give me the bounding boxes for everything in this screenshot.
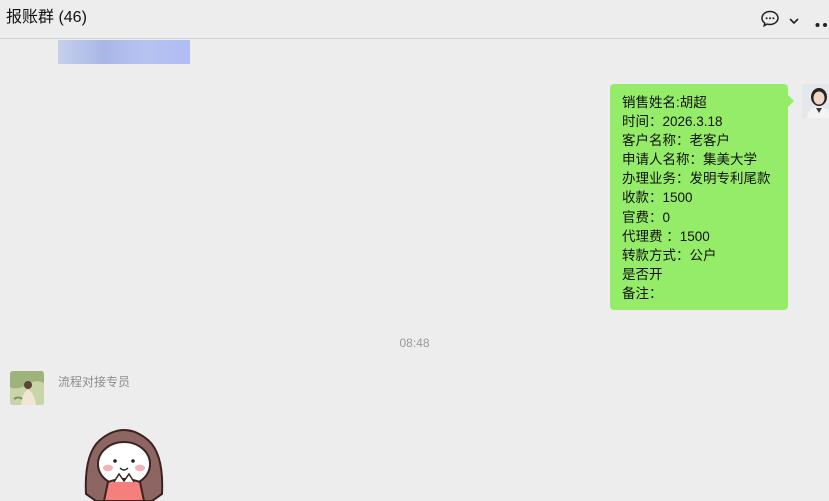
chat-title: 报账群 (46)	[6, 9, 87, 26]
message-timestamp: 08:48	[399, 336, 430, 350]
sticker-message[interactable]	[82, 424, 166, 501]
previous-image-message[interactable]	[58, 40, 190, 64]
message-line: 是否开	[622, 266, 663, 282]
chat-bubble-icon[interactable]	[760, 9, 780, 34]
my-avatar[interactable]	[802, 84, 829, 118]
message-line: 收款：1500	[622, 190, 693, 206]
message-line: 申请人名称：集美大学	[622, 152, 757, 168]
message-line: 代理费 ：1500	[622, 228, 710, 244]
message-line: 客户名称：老客户	[622, 133, 730, 149]
message-line: 转款方式：公户	[622, 247, 717, 263]
message-line: 销售姓名:胡超	[622, 95, 707, 110]
chevron-down-icon[interactable]	[788, 13, 800, 31]
sender-avatar[interactable]	[10, 371, 44, 405]
more-icon[interactable]	[815, 15, 829, 33]
message-line: 备注：	[622, 285, 663, 301]
message-bubble[interactable]: 销售姓名:胡超 时间：2026.3.18 客户名称：老客户 申请人名称：集美大学…	[610, 84, 788, 310]
message-line: 办理业务：发明专利尾款	[622, 171, 771, 187]
message-line: 时间：2026.3.18	[622, 114, 723, 130]
sender-name: 流程对接专员	[58, 375, 131, 389]
message-line: 官费：0	[622, 209, 671, 225]
bubble-tail	[788, 95, 794, 107]
chat-header: 报账群 (46)	[0, 0, 829, 39]
